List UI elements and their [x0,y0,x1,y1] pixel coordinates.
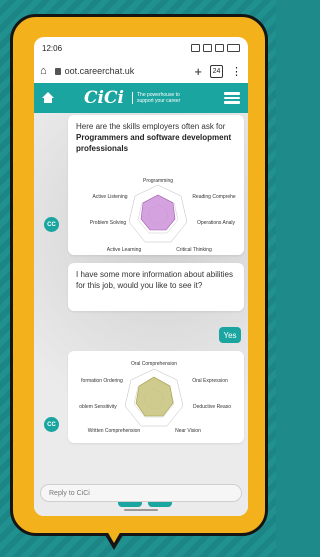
skills-label-2: Operations Analy [197,220,236,226]
gesture-bar [124,509,158,511]
skills-radar-shape [140,194,176,231]
address-bar[interactable]: oot.careerchat.uk [54,66,187,76]
alarm-icon [191,44,200,52]
abilities-label-2: Deductive Reaso [193,404,231,410]
chat-area: Here are the skills employers often ask … [34,113,248,516]
abilities-question-card: I have some more information about abili… [68,263,244,311]
home-browser-icon[interactable]: ⌂ [40,65,47,77]
skills-label-1: Reading Comprehe [192,194,236,200]
abilities-radar-shape [135,376,174,417]
app-header: CiCi The powerhouse to support your care… [34,83,248,113]
skills-label-3: Critical Thinking [176,247,212,253]
status-time: 12:06 [42,43,63,53]
wifi-icon [203,44,212,52]
abilities-radar-chart: Oral Comprehension Oral Expression Deduc… [79,361,231,434]
browser-toolbar: ⌂ oot.careerchat.uk + 24 ⋮ [34,59,248,83]
reply-input[interactable]: Reply to CiCi [40,484,242,502]
abilities-label-5: oblem Sensitivity [79,404,117,410]
status-icons [191,44,240,52]
skills-message-card: Here are the skills employers often ask … [68,115,244,255]
abilities-label-4: Written Comprehension [88,428,141,434]
cici-avatar: CC [44,417,59,432]
cici-avatar: CC [44,217,59,232]
battery-icon [227,44,240,52]
cici-logo: CiCi [84,88,124,108]
abilities-chart-card: Oral Comprehension Oral Expression Deduc… [68,351,244,443]
home-icon[interactable] [42,92,54,104]
abilities-label-6: formation Ordering [81,378,123,384]
skills-message: Here are the skills employers often ask … [68,115,244,160]
skills-label-5: Problem Solving [90,220,127,226]
signal-icon [215,44,224,52]
skills-label-4: Active Learning [107,247,142,253]
abilities-label-3: Near Vision [175,428,201,434]
abilities-label-0: Oral Comprehension [131,361,177,367]
app-tagline: The powerhouse to support your career [131,92,193,104]
abilities-question: I have some more information about abili… [76,270,233,290]
skills-label-0: Programming [143,178,173,184]
skills-label-6: Active Listening [92,194,127,200]
skills-message-intro: Here are the skills employers often ask … [76,122,226,131]
skills-radar-chart: Programming Reading Comprehe Operations … [90,178,236,253]
lock-icon [54,67,61,75]
phone-screen: 12:06 ⌂ oot.careerchat.uk + 24 ⋮ CiCi Th… [34,37,248,516]
menu-dots-icon[interactable]: ⋮ [231,65,242,78]
tab-switcher-button[interactable]: 24 [210,64,223,78]
speech-tail-inner [100,519,128,543]
status-bar: 12:06 [34,37,248,59]
user-reply-bubble: Yes [219,327,241,343]
menu-icon[interactable] [224,92,240,104]
new-tab-icon[interactable]: + [194,64,202,79]
abilities-label-1: Oral Expression [192,378,228,384]
url-text: oot.careerchat.uk [64,66,135,76]
skills-message-job: Programmers and software development pro… [76,133,232,153]
